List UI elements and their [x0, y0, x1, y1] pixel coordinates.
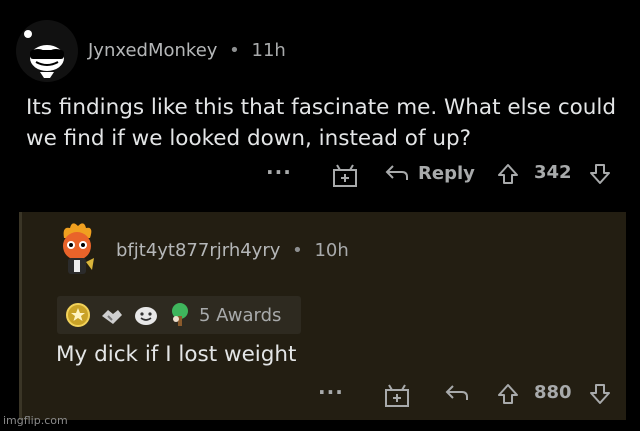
handshake-award-icon — [102, 310, 122, 324]
reply-label: Reply — [418, 162, 475, 184]
more-dots-icon: ··· — [266, 160, 292, 184]
vote-score: 342 — [534, 162, 572, 183]
reply-arrow-icon — [445, 385, 468, 400]
comment: JynxedMonkey • 11h Its findings like thi… — [0, 0, 640, 196]
smile-award-icon — [135, 307, 157, 325]
gift-plus-icon — [385, 384, 409, 407]
tree-award-icon — [172, 303, 188, 326]
comment-body: Its findings like this that fascinate me… — [26, 95, 617, 151]
reply-button[interactable]: Reply — [384, 162, 475, 184]
vote-score: 880 — [534, 382, 572, 403]
snoo-avatar-icon — [16, 20, 78, 82]
reply-comment: bfjt4yt877rjrh4yry • 10h 5 Awards My dic… — [19, 212, 626, 420]
awards-bar[interactable]: 5 Awards — [57, 296, 301, 334]
meta-separator: • — [292, 240, 303, 261]
gift-plus-icon — [333, 164, 357, 187]
reply-username-link[interactable]: bfjt4yt877rjrh4yry — [116, 240, 280, 261]
meta-separator: • — [229, 40, 240, 61]
upvote-button[interactable] — [496, 162, 520, 186]
gold-award-icon — [66, 303, 90, 327]
upvote-button[interactable] — [496, 382, 520, 406]
downvote-arrow-icon — [590, 164, 610, 184]
downvote-button[interactable] — [588, 162, 612, 186]
username-link[interactable]: JynxedMonkey — [88, 40, 217, 61]
more-button[interactable]: ··· — [318, 380, 344, 404]
give-award-button[interactable] — [384, 382, 410, 408]
downvote-arrow-icon — [590, 384, 610, 404]
downvote-button[interactable] — [588, 382, 612, 406]
snoo-fire-avatar-icon — [63, 223, 94, 274]
reply-arrow-icon — [385, 165, 408, 180]
reply-user-avatar[interactable] — [46, 218, 108, 280]
reply-actions: ··· 880 — [22, 380, 622, 410]
upvote-arrow-icon — [498, 164, 518, 184]
reply-meta: bfjt4yt877rjrh4yry • 10h — [116, 240, 349, 261]
more-dots-icon: ··· — [318, 380, 344, 404]
comment-actions: ··· Reply 342 — [0, 160, 640, 190]
reply-body: My dick if I lost weight — [56, 342, 297, 367]
upvote-arrow-icon — [498, 384, 518, 404]
awards-count-label: 5 Awards — [199, 304, 282, 326]
user-avatar[interactable] — [16, 20, 78, 82]
reply-time: 10h — [314, 240, 349, 261]
reply-button[interactable] — [444, 382, 470, 404]
give-award-button[interactable] — [332, 162, 358, 188]
comment-time: 11h — [251, 40, 286, 61]
imgflip-watermark: imgflip.com — [3, 414, 68, 427]
comment-meta: JynxedMonkey • 11h — [88, 40, 286, 61]
more-button[interactable]: ··· — [266, 160, 292, 184]
